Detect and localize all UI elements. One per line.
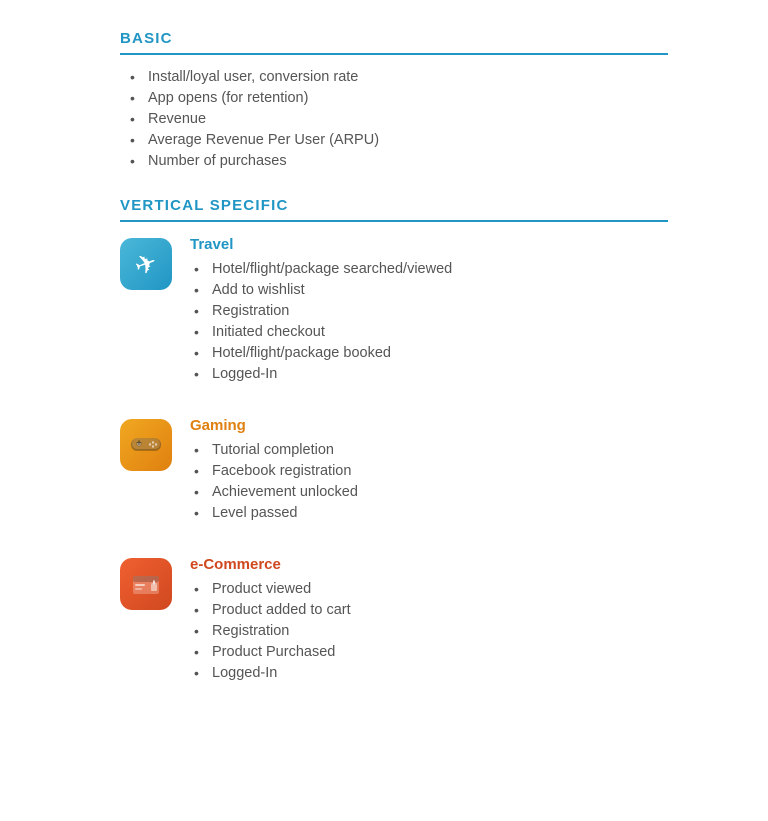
basic-list-item: App opens (for retention) bbox=[130, 90, 668, 106]
category-list-item: Logged-In bbox=[194, 665, 668, 681]
category-block-travel: ✈ Travel Hotel/flight/package searched/vie… bbox=[120, 236, 668, 387]
travel-list: Hotel/flight/package searched/viewed Add … bbox=[190, 261, 668, 382]
travel-icon: ✈ bbox=[120, 238, 172, 290]
ecommerce-content: e-Commerce Product viewed Product added to… bbox=[190, 556, 668, 686]
category-list-item: Product added to cart bbox=[194, 602, 668, 618]
category-list-item: Level passed bbox=[194, 505, 668, 521]
category-list-item: Achievement unlocked bbox=[194, 484, 668, 500]
ecommerce-list: Product viewed Product added to cart Regis… bbox=[190, 581, 668, 681]
vertical-title: VERTICAL SPECIFIC bbox=[120, 197, 668, 222]
gaming-list: Tutorial completion Facebook registration… bbox=[190, 442, 668, 521]
category-list-item: Product Purchased bbox=[194, 644, 668, 660]
category-list-item: Product viewed bbox=[194, 581, 668, 597]
category-list-item: Initiated checkout bbox=[194, 324, 668, 340]
gaming-content: Gaming Tutorial completion Facebook regist… bbox=[190, 417, 668, 526]
categories-container: ✈ Travel Hotel/flight/package searched/vie… bbox=[120, 236, 668, 686]
vertical-section: VERTICAL SPECIFIC ✈ Travel Hotel/flight/pa… bbox=[120, 197, 668, 686]
ecommerce-icon bbox=[120, 558, 172, 610]
travel-name: Travel bbox=[190, 236, 668, 253]
category-list-item: Registration bbox=[194, 623, 668, 639]
basic-list: Install/loyal user, conversion rate App o… bbox=[120, 69, 668, 169]
basic-list-item: Install/loyal user, conversion rate bbox=[130, 69, 668, 85]
category-list-item: Hotel/flight/package booked bbox=[194, 345, 668, 361]
travel-content: Travel Hotel/flight/package searched/view… bbox=[190, 236, 668, 387]
category-list-item: Registration bbox=[194, 303, 668, 319]
basic-title: BASIC bbox=[120, 30, 668, 55]
category-list-item: Tutorial completion bbox=[194, 442, 668, 458]
basic-list-item: Average Revenue Per User (ARPU) bbox=[130, 132, 668, 148]
category-list-item: Facebook registration bbox=[194, 463, 668, 479]
gaming-icon bbox=[120, 419, 172, 471]
category-block-ecommerce: e-Commerce Product viewed Product added to… bbox=[120, 556, 668, 686]
basic-section: BASIC Install/loyal user, conversion rat… bbox=[120, 30, 668, 169]
category-block-gaming: Gaming Tutorial completion Facebook regist… bbox=[120, 417, 668, 526]
category-list-item: Add to wishlist bbox=[194, 282, 668, 298]
basic-list-item: Revenue bbox=[130, 111, 668, 127]
gaming-name: Gaming bbox=[190, 417, 668, 434]
category-list-item: Logged-In bbox=[194, 366, 668, 382]
ecommerce-name: e-Commerce bbox=[190, 556, 668, 573]
category-list-item: Hotel/flight/package searched/viewed bbox=[194, 261, 668, 277]
basic-list-item: Number of purchases bbox=[130, 153, 668, 169]
